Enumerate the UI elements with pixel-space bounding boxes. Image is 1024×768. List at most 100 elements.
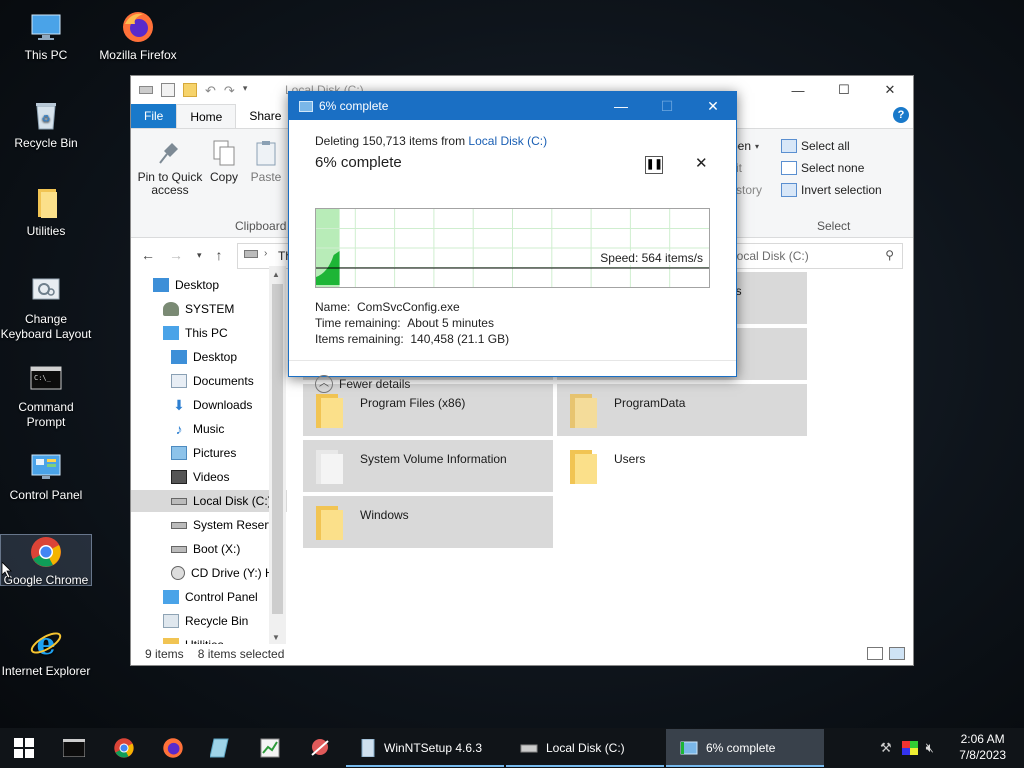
nav-item-this-pc[interactable]: This PC [163, 322, 228, 344]
tab-share[interactable]: Share [236, 104, 294, 128]
start-button[interactable] [0, 728, 48, 768]
monitor-icon [29, 10, 63, 44]
taskbar-app-4[interactable] [205, 732, 237, 764]
desktop-icon-internet-explorer[interactable]: e Internet Explorer [0, 622, 92, 702]
select-all-button[interactable]: Select all [781, 139, 850, 153]
selected-count: 8 items selected [197, 647, 285, 661]
volume-muted-icon[interactable]: 🔇︎ [926, 740, 934, 756]
desktop-icon-recycle-bin[interactable]: ♻ Recycle Bin [0, 94, 92, 174]
recycle-bin-icon: ♻ [29, 98, 63, 132]
redo-icon[interactable]: ↷ [224, 83, 235, 99]
clipboard-group-label: Clipboard [235, 219, 287, 233]
properties-icon[interactable] [161, 83, 175, 97]
nav-item-pictures[interactable]: Pictures [171, 442, 236, 464]
scroll-thumb[interactable] [272, 284, 283, 614]
details-view-icon[interactable] [867, 647, 883, 660]
taskbar-command-prompt[interactable] [58, 732, 90, 764]
copy-icon [213, 140, 235, 166]
close-button[interactable]: ✕ [867, 76, 913, 104]
maximize-button[interactable]: ☐ [821, 76, 867, 104]
list-item[interactable]: Windows [303, 496, 553, 548]
back-arrow-icon[interactable]: ← [141, 247, 155, 263]
taskbar-app-5[interactable] [254, 732, 286, 764]
cd-icon [171, 566, 185, 580]
desktop-icon-utilities[interactable]: Utilities [0, 182, 92, 262]
search-input[interactable]: h Local Disk (C:) ⚲ [709, 243, 903, 269]
nav-item-desktop-pc[interactable]: Desktop [171, 346, 237, 368]
new-folder-icon[interactable] [183, 83, 197, 97]
scroll-down-icon[interactable]: ▼ [272, 633, 280, 642]
tab-home[interactable]: Home [176, 104, 237, 128]
windows-logo-icon [14, 738, 34, 758]
nav-item-control-panel[interactable]: Control Panel [163, 586, 258, 608]
setup-icon [361, 739, 375, 757]
taskbar-chrome[interactable] [108, 732, 140, 764]
help-icon[interactable]: ? [893, 107, 909, 123]
desktop-icon-command-prompt[interactable]: C:\_ Command Prompt [0, 358, 92, 438]
terminal-icon [63, 739, 85, 757]
taskbar: WinNTSetup 4.6.3 Local Disk (C:) 6% comp… [0, 728, 1024, 768]
search-icon: ⚲ [885, 248, 894, 262]
invert-selection-button[interactable]: Invert selection [781, 183, 882, 197]
copy-button[interactable]: Copy [209, 139, 239, 184]
system-tray: ⚒ 🔇︎ [880, 728, 934, 768]
nav-item-system-reserved[interactable]: System Reserve [171, 514, 281, 536]
progress-graph: Speed: 564 items/s [315, 208, 710, 288]
nav-item-boot[interactable]: Boot (X:) [171, 538, 240, 560]
nav-item-cd-drive[interactable]: CD Drive (Y:) H [171, 562, 274, 584]
dialog-window-controls: — ☐ ✕ [598, 92, 736, 120]
desktop-icon-control-panel[interactable]: Control Panel [0, 446, 92, 526]
taskbar-firefox[interactable] [157, 732, 189, 764]
nav-item-desktop[interactable]: Desktop [153, 274, 219, 296]
undo-icon[interactable]: ↶ [205, 83, 216, 99]
minimize-button[interactable]: — [775, 76, 821, 104]
drive-icon [171, 521, 187, 529]
list-item[interactable]: System Volume Information [303, 440, 553, 492]
display-color-icon[interactable] [901, 741, 918, 755]
invert-selection-icon [781, 183, 797, 197]
source-link[interactable]: Local Disk (C:) [468, 134, 547, 148]
taskbar-task-progress[interactable]: 6% complete [666, 729, 824, 767]
taskbar-task-local-disk[interactable]: Local Disk (C:) [506, 729, 664, 767]
drive-icon [244, 250, 258, 258]
pause-button[interactable]: ❚❚ [645, 156, 663, 174]
taskbar-task-winntsetup[interactable]: WinNTSetup 4.6.3 [346, 729, 504, 767]
minimize-button[interactable]: — [598, 92, 644, 120]
desktop-icon-change-keyboard-layout[interactable]: Change Keyboard Layout [0, 270, 92, 350]
pin-to-quick-access-button[interactable]: Pin to Quick access [137, 139, 203, 197]
forward-arrow-icon[interactable]: → [169, 247, 183, 263]
nav-item-music[interactable]: ♪ Music [171, 418, 225, 440]
cancel-operation-icon[interactable]: ✕ [695, 154, 708, 172]
maximize-button: ☐ [660, 97, 674, 114]
recent-locations-icon[interactable]: ▾ [197, 250, 202, 263]
close-button[interactable]: ✕ [690, 92, 736, 120]
control-panel-icon [163, 590, 179, 604]
desktop-icon-firefox[interactable]: Mozilla Firefox [92, 6, 184, 86]
history-button[interactable]: story [736, 183, 762, 197]
large-icons-view-icon[interactable] [889, 647, 905, 660]
firefox-icon [163, 738, 183, 758]
network-icon[interactable]: ⚒ [880, 740, 892, 756]
drive-icon [520, 744, 538, 753]
nav-item-videos[interactable]: Videos [171, 466, 229, 488]
user-icon [163, 302, 179, 316]
scroll-up-icon[interactable]: ▲ [272, 270, 280, 279]
nav-item-documents[interactable]: Documents [171, 370, 254, 392]
firefox-icon [121, 10, 155, 44]
desktop-icon-this-pc[interactable]: This PC [0, 6, 92, 86]
nav-item-downloads[interactable]: ⬇ Downloads [171, 394, 252, 416]
tab-file[interactable]: File [131, 104, 177, 128]
nav-scrollbar[interactable]: ▲ ▼ [269, 266, 286, 644]
fewer-details-button[interactable]: ︿ Fewer details [315, 375, 410, 393]
list-item[interactable]: Users [557, 440, 807, 492]
nav-item-local-disk[interactable]: Local Disk (C:) [131, 490, 287, 512]
desktop-icon-google-chrome[interactable]: Google Chrome [0, 534, 92, 587]
taskbar-app-6[interactable] [304, 732, 336, 764]
paste-button[interactable]: Paste [249, 139, 283, 184]
nav-item-recycle-bin[interactable]: Recycle Bin [163, 610, 248, 632]
taskbar-clock[interactable]: 2:06 AM 7/8/2023 [959, 731, 1006, 763]
customize-qat-icon[interactable]: ▾ [243, 83, 248, 99]
select-none-button[interactable]: Select none [781, 161, 864, 175]
up-arrow-icon[interactable]: ↑ [216, 247, 223, 263]
nav-item-system[interactable]: SYSTEM [163, 298, 234, 320]
